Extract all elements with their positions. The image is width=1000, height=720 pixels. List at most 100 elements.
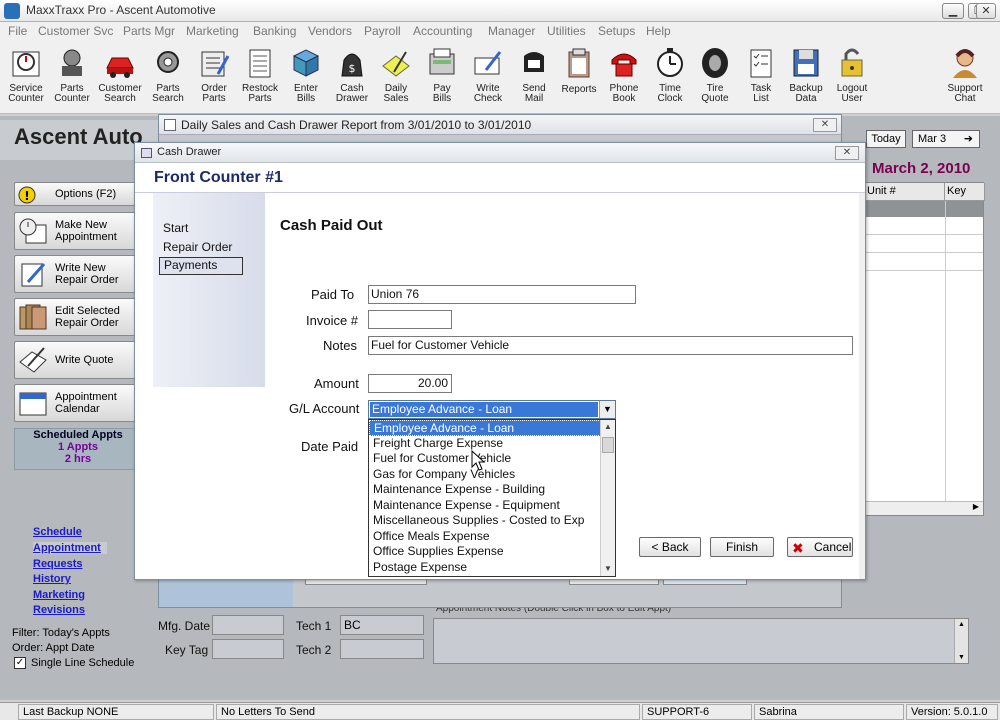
toolbar-pay-bills[interactable]: Pay Bills: [419, 46, 465, 112]
notes-field[interactable]: Fuel for Customer Vehicle: [368, 336, 853, 355]
gl-option-gas-company-vehicles[interactable]: Gas for Company Vehicles: [369, 467, 601, 483]
toolbar-send-mail[interactable]: Send Mail: [511, 46, 557, 112]
gl-account-select[interactable]: Employee Advance - Loan ▼: [368, 400, 616, 419]
paid-to-label: Paid To: [311, 287, 355, 302]
write-new-repair-order-button[interactable]: Write New Repair Order: [14, 255, 142, 293]
menu-banking[interactable]: Banking: [253, 24, 296, 38]
scroll-down-icon[interactable]: ▼: [601, 562, 615, 576]
menu-marketing[interactable]: Marketing: [186, 24, 239, 38]
tech2-field[interactable]: [340, 639, 424, 659]
write-quote-button[interactable]: Write Quote: [14, 341, 142, 379]
gl-option-employee-advance[interactable]: Employee Advance - Loan: [369, 420, 601, 436]
cancel-button[interactable]: ✖ Cancel: [787, 537, 853, 557]
arrow-right-icon: ➜: [963, 133, 973, 145]
toolbar-tire-quote[interactable]: Tire Quote: [692, 46, 738, 112]
status-bar: Last Backup NONE No Letters To Send SUPP…: [0, 702, 1000, 720]
svg-text:!: !: [24, 189, 29, 203]
toolbar-daily-sales[interactable]: Daily Sales: [373, 46, 419, 112]
appointment-calendar-button[interactable]: Appointment Calendar: [14, 384, 142, 422]
toolbar-order-parts[interactable]: Order Parts: [191, 46, 237, 112]
close-window-button[interactable]: ✕: [976, 3, 996, 19]
options-button[interactable]: ! Options (F2): [14, 182, 142, 206]
link-revisions[interactable]: Revisions: [33, 604, 85, 616]
step-repair-order[interactable]: Repair Order: [159, 240, 243, 254]
grid-header-unit[interactable]: Unit #: [865, 183, 945, 201]
link-marketing[interactable]: Marketing: [33, 589, 85, 601]
toolbar-restock-parts[interactable]: Restock Parts: [237, 46, 283, 112]
menu-vendors[interactable]: Vendors: [308, 24, 352, 38]
paid-to-field[interactable]: Union 76: [368, 285, 636, 304]
scroll-thumb[interactable]: [602, 437, 614, 453]
gl-account-dropdown-list[interactable]: Employee Advance - Loan Freight Charge E…: [368, 419, 616, 577]
table-row[interactable]: [865, 217, 983, 235]
menu-accounting[interactable]: Accounting: [413, 24, 472, 38]
toolbar-backup-data[interactable]: Backup Data: [783, 46, 829, 112]
toolbar-enter-bills[interactable]: Enter Bills: [283, 46, 329, 112]
grid-selected-row[interactable]: [865, 201, 983, 217]
calendar-date: March 2, 2010: [872, 160, 971, 177]
toolbar-service-counter[interactable]: Service Counter: [3, 46, 49, 112]
order-parts-icon: [198, 46, 230, 80]
next-day-button[interactable]: Mar 3 ➜: [912, 130, 980, 148]
menu-payroll[interactable]: Payroll: [364, 24, 401, 38]
key-tag-field[interactable]: [212, 639, 284, 659]
amount-field[interactable]: 20.00: [368, 374, 452, 393]
reports-icon: [563, 46, 595, 80]
gl-option-fuel-customer-vehicle[interactable]: Fuel for Customer Vehicle: [369, 451, 601, 467]
daily-sales-close-button[interactable]: ✕: [813, 118, 837, 132]
step-start[interactable]: Start: [159, 221, 243, 235]
today-button[interactable]: Today: [866, 130, 906, 148]
chevron-down-icon[interactable]: ▼: [599, 401, 615, 418]
mfg-date-field[interactable]: [212, 615, 284, 635]
table-row[interactable]: [865, 235, 983, 253]
toolbar-reports[interactable]: Reports: [556, 46, 602, 112]
menu-manager[interactable]: Manager: [488, 24, 535, 38]
link-schedule[interactable]: Schedule: [33, 526, 82, 538]
minimize-icon[interactable]: ▁: [942, 3, 964, 19]
make-new-appointment-button[interactable]: Make New Appointment: [14, 212, 142, 250]
gl-option-freight-charge[interactable]: Freight Charge Expense: [369, 436, 601, 452]
grid-header-key-tag[interactable]: Key Tag: [945, 183, 985, 214]
single-line-checkbox[interactable]: ✓: [14, 657, 26, 669]
grid-horizontal-scrollbar[interactable]: ▶: [865, 501, 983, 515]
menu-help[interactable]: Help: [646, 24, 671, 38]
link-requests[interactable]: Requests: [33, 558, 83, 570]
link-history[interactable]: History: [33, 573, 71, 585]
finish-button[interactable]: Finish: [710, 537, 774, 557]
date-paid-label: Date Paid: [301, 439, 359, 454]
gl-option-office-meals[interactable]: Office Meals Expense: [369, 529, 601, 545]
menu-customer-svc[interactable]: Customer Svc: [38, 24, 113, 38]
menu-parts-mgr[interactable]: Parts Mgr: [123, 24, 175, 38]
dropdown-scrollbar[interactable]: ▲ ▼: [600, 420, 615, 576]
notes-scrollbar[interactable]: ▲ ▼: [954, 619, 968, 663]
link-appointment[interactable]: Appointment: [33, 542, 107, 554]
menu-file[interactable]: File: [8, 24, 27, 38]
tech1-field[interactable]: BC: [340, 615, 424, 635]
key-tag-label: Key Tag: [165, 643, 209, 657]
back-button[interactable]: < Back: [639, 537, 701, 557]
invoice-field[interactable]: [368, 310, 452, 329]
gl-option-maintenance-building[interactable]: Maintenance Expense - Building: [369, 482, 601, 498]
appointment-notes-box[interactable]: ▲ ▼: [433, 618, 969, 664]
gl-option-office-supplies[interactable]: Office Supplies Expense: [369, 544, 601, 560]
toolbar-logout-user[interactable]: Logout User: [829, 46, 875, 112]
gl-option-misc-supplies[interactable]: Miscellaneous Supplies - Costed to Exp: [369, 513, 601, 529]
toolbar-parts-search[interactable]: Parts Search: [145, 46, 191, 112]
scroll-up-icon[interactable]: ▲: [601, 420, 615, 434]
gl-option-postage[interactable]: Postage Expense: [369, 560, 601, 576]
menu-utilities[interactable]: Utilities: [547, 24, 586, 38]
gl-option-maintenance-equipment[interactable]: Maintenance Expense - Equipment: [369, 498, 601, 514]
toolbar-write-check[interactable]: Write Check: [465, 46, 511, 112]
toolbar-support-chat[interactable]: Support Chat: [942, 46, 988, 112]
toolbar-task-list[interactable]: Task List: [738, 46, 784, 112]
step-payments[interactable]: Payments: [159, 257, 243, 275]
toolbar-cash-drawer[interactable]: $ Cash Drawer: [329, 46, 375, 112]
toolbar-phone-book[interactable]: Phone Book: [601, 46, 647, 112]
table-row[interactable]: [865, 253, 983, 271]
menu-setups[interactable]: Setups: [598, 24, 635, 38]
toolbar-parts-counter[interactable]: Parts Counter: [49, 46, 95, 112]
toolbar-customer-search[interactable]: Customer Search: [97, 46, 143, 112]
cash-drawer-close-button[interactable]: ✕: [835, 146, 859, 160]
edit-selected-repair-order-button[interactable]: Edit Selected Repair Order: [14, 298, 142, 336]
toolbar-time-clock[interactable]: Time Clock: [647, 46, 693, 112]
